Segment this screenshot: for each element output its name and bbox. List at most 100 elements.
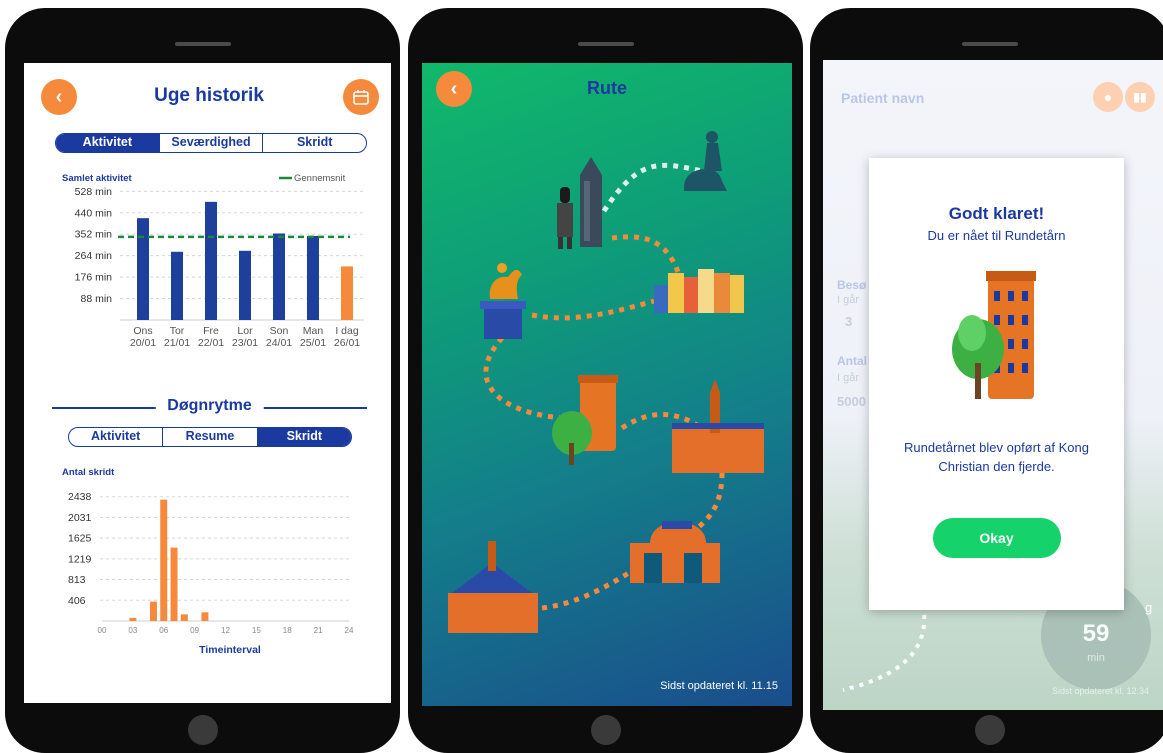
y-tick-label: 440 min <box>75 207 113 219</box>
guard-tower-icon <box>557 157 602 249</box>
route-path <box>690 472 725 535</box>
x-tick-label: 23/01 <box>232 337 258 349</box>
timer-edge-text: g <box>1145 600 1153 615</box>
equestrian-statue-icon <box>480 263 526 339</box>
bar <box>149 601 157 621</box>
x-tick-label: 21/01 <box>164 337 190 349</box>
bar <box>307 235 319 320</box>
y-tick-label: 406 <box>68 595 86 607</box>
tab-skridt[interactable]: Skridt <box>263 134 366 152</box>
bar <box>205 201 217 320</box>
timer-value: 59 <box>1082 620 1110 647</box>
round-tower-icon <box>552 375 618 465</box>
y-tick-label: 264 min <box>75 250 113 262</box>
y-tick-label: 2438 <box>68 491 92 503</box>
history-screen: ‹ Uge historik Aktivitet Seværdighed Skr… <box>24 63 391 703</box>
modal-heading: Godt klaret! <box>948 204 1045 223</box>
bar <box>137 218 149 320</box>
x-tick-label: 25/01 <box>300 337 326 349</box>
bar <box>341 266 353 320</box>
tab-resume[interactable]: Resume <box>163 428 258 446</box>
page-title: Uge historik <box>154 85 264 106</box>
tab-sevaerdighed[interactable]: Seværdighed <box>160 134 264 152</box>
bar <box>239 250 251 320</box>
x-tick-label: 12 <box>221 626 230 635</box>
route-path <box>531 298 655 321</box>
x-tick-label: 03 <box>128 626 137 635</box>
legend-label: Gennemsnit <box>294 173 346 184</box>
central-station-icon <box>448 541 538 633</box>
tab-aktivitet[interactable]: Aktivitet <box>56 134 160 152</box>
achievement-modal: Godt klaret! Du er nået til Rundetårn Ru… <box>869 158 1124 610</box>
timer-unit: min <box>1087 652 1105 664</box>
bar <box>129 617 137 621</box>
route-path <box>541 565 639 611</box>
x-tick-label: 06 <box>159 626 168 635</box>
calendar-button[interactable] <box>343 79 379 115</box>
x-tick-label: 15 <box>252 626 261 635</box>
x-tick-label: 00 <box>98 626 107 635</box>
nyhavn-houses-icon <box>654 269 744 313</box>
x-tick-label: 24/01 <box>266 337 292 349</box>
x-tick-label: Ons <box>133 325 152 337</box>
x-tick-label: Tor <box>170 325 185 337</box>
chevron-left-icon: ‹ <box>55 85 63 108</box>
y-tick-label: 813 <box>68 574 86 586</box>
modal-body: Rundetårnet blev opført af Kong Christia… <box>903 440 1089 474</box>
tab-skridt-2[interactable]: Skridt <box>257 428 351 446</box>
back-button[interactable]: ‹ <box>41 79 77 115</box>
bar <box>160 499 168 621</box>
route-path <box>483 336 563 421</box>
calendar-icon <box>353 90 369 105</box>
last-updated: Sidst opdateret kl. 11.15 <box>660 680 778 692</box>
y-tick-label: 2031 <box>68 512 92 524</box>
x-tick-label: 18 <box>283 626 292 635</box>
y-tick-label: 88 min <box>80 293 112 305</box>
last-updated: Sidst opdateret kl. 12.34 <box>1051 686 1149 696</box>
modal-subheading: Du er nået til Rundetårn <box>927 228 1066 243</box>
tivoli-gate-icon <box>630 521 720 583</box>
phone-frame-route: ‹ Rute Sidst opdateret kl. 11.15 <box>408 8 803 753</box>
steps-chart: Antal skridt 406 813 1219 1625 2031 2438 00 03 06… <box>62 467 354 656</box>
x-tick-label: 26/01 <box>334 337 360 349</box>
reward-screen: Patient navn ● ▮▮ Besø I går 3 Antal I g… <box>823 60 1163 710</box>
okay-button[interactable]: Okay <box>932 518 1061 558</box>
speaker <box>577 42 634 46</box>
little-mermaid-icon <box>684 131 727 191</box>
home-button[interactable] <box>187 715 218 745</box>
history-tabs: Aktivitet Seværdighed Skridt <box>55 133 367 153</box>
section-divider: Døgnrytme <box>52 397 367 419</box>
y-tick-label: 1625 <box>68 533 92 545</box>
speaker <box>962 42 1018 46</box>
y-tick-label: 528 min <box>75 186 113 198</box>
x-tick-label: Man <box>303 325 324 337</box>
x-tick-label: 20/01 <box>130 337 156 349</box>
city-hall-icon <box>672 379 764 473</box>
y-tick-label: 176 min <box>75 272 113 284</box>
x-tick-label: Lor <box>237 325 253 337</box>
route-map <box>448 131 764 633</box>
x-axis-label: Timeinterval <box>199 644 261 656</box>
activity-chart: Samlet aktivitet Gennemsnit 88 min 176 min 2… <box>62 173 364 349</box>
speaker <box>174 42 231 46</box>
bar <box>201 612 209 621</box>
bar <box>171 251 183 320</box>
x-tick-label: 24 <box>345 626 354 635</box>
round-tower-icon <box>951 271 1036 399</box>
rhythm-tabs: Aktivitet Resume Skridt <box>68 427 352 447</box>
x-tick-label: I dag <box>335 325 359 337</box>
home-button[interactable] <box>975 715 1005 745</box>
x-tick-label: Fre <box>203 325 219 337</box>
phone-frame-history: ‹ Uge historik Aktivitet Seværdighed Skr… <box>5 8 400 753</box>
bar <box>170 547 178 621</box>
tab-aktivitet-2[interactable]: Aktivitet <box>69 428 164 446</box>
x-tick-label: 22/01 <box>198 337 224 349</box>
x-tick-label: Son <box>270 325 289 337</box>
chart-title: Antal skridt <box>62 467 115 478</box>
bar <box>273 233 285 320</box>
home-button[interactable] <box>590 715 621 745</box>
section-title: Døgnrytme <box>155 397 264 415</box>
y-tick-label: 1219 <box>68 553 92 565</box>
route-screen: ‹ Rute Sidst opdateret kl. 11.15 <box>422 63 792 706</box>
x-tick-label: 09 <box>190 626 199 635</box>
